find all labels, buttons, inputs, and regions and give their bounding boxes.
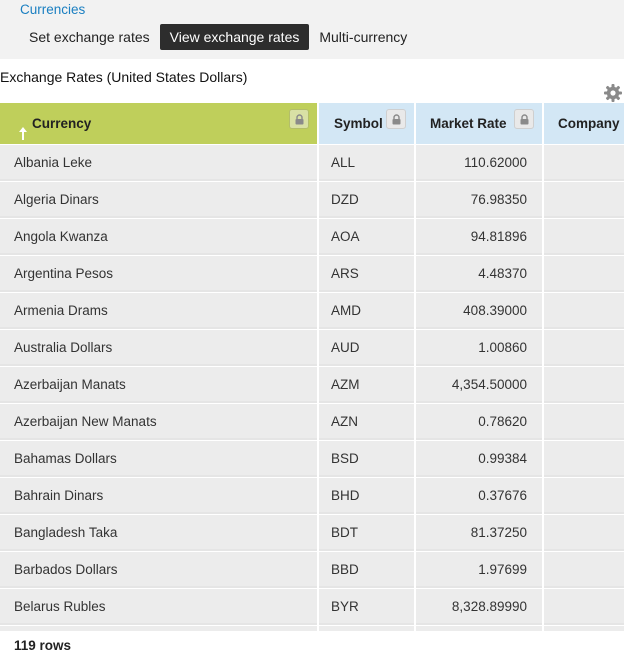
cell-symbol: BSD: [331, 451, 359, 466]
cell-currency: Australia Dollars: [14, 340, 113, 355]
cell-symbol: AZN: [331, 414, 358, 429]
column-label-currency: Currency: [32, 116, 92, 131]
row-count: 119 rows: [14, 638, 72, 653]
column-label-symbol: Symbol: [334, 116, 383, 131]
table-row[interactable]: [0, 625, 624, 631]
tab-view-exchange-rates[interactable]: View exchange rates: [159, 24, 310, 50]
cell-market-rate: 1.97699: [478, 562, 527, 577]
column-divider: [414, 103, 416, 631]
cell-currency: Armenia Drams: [14, 303, 108, 318]
table-row[interactable]: Bahrain Dinars BHD 0.37676: [0, 477, 624, 512]
table-row[interactable]: Azerbaijan New Manats AZN 0.78620: [0, 403, 624, 438]
table-row[interactable]: Azerbaijan Manats AZM 4,354.50000: [0, 366, 624, 401]
cell-market-rate: 4.48370: [478, 266, 527, 281]
cell-market-rate: 0.78620: [478, 414, 527, 429]
table-row[interactable]: Angola Kwanza AOA 94.81896: [0, 218, 624, 253]
table-row[interactable]: Bahamas Dollars BSD 0.99384: [0, 440, 624, 475]
cell-currency: Argentina Pesos: [14, 266, 114, 281]
table-row[interactable]: Algeria Dinars DZD 76.98350: [0, 181, 624, 216]
cell-currency: Bahrain Dinars: [14, 488, 104, 503]
cell-symbol: BHD: [331, 488, 360, 503]
column-label-market-rate: Market Rate: [430, 116, 507, 131]
cell-symbol: AUD: [331, 340, 360, 355]
cell-symbol: AMD: [331, 303, 361, 318]
cell-symbol: AOA: [331, 229, 360, 244]
cell-currency: Azerbaijan Manats: [14, 377, 126, 392]
table-row[interactable]: Australia Dollars AUD 1.00860: [0, 329, 624, 364]
column-label-company: Company: [558, 116, 620, 131]
cell-symbol: ARS: [331, 266, 359, 281]
cell-currency: Algeria Dinars: [14, 192, 99, 207]
table-row[interactable]: Barbados Dollars BBD 1.97699: [0, 551, 624, 586]
page-title: Exchange Rates (United States Dollars): [0, 69, 248, 85]
cell-market-rate: 94.81896: [470, 229, 527, 244]
column-divider: [542, 103, 544, 631]
cell-market-rate: 0.37676: [478, 488, 527, 503]
cell-market-rate: 110.62000: [464, 155, 527, 170]
cell-currency: Angola Kwanza: [14, 229, 108, 244]
gear-icon[interactable]: [603, 83, 623, 103]
tab-bar: Set exchange rates View exchange rates M…: [19, 24, 417, 50]
cell-market-rate: 0.99384: [478, 451, 527, 466]
cell-currency: Barbados Dollars: [14, 562, 118, 577]
column-header-market-rate[interactable]: Market Rate: [416, 103, 542, 144]
table-row[interactable]: Belarus Rubles BYR 8,328.89990: [0, 588, 624, 623]
lock-icon[interactable]: [289, 109, 309, 129]
table-row[interactable]: Argentina Pesos ARS 4.48370: [0, 255, 624, 290]
cell-currency: Albania Leke: [14, 155, 93, 170]
exchange-rates-grid: Currency Symbol Market Rate Company Alba…: [0, 103, 624, 631]
column-divider: [317, 103, 319, 631]
table-row[interactable]: Albania Leke ALL 110.62000: [0, 144, 624, 179]
cell-symbol: BBD: [331, 562, 359, 577]
cell-market-rate: 408.39000: [463, 303, 527, 318]
cell-currency: Belarus Rubles: [14, 599, 106, 614]
cell-market-rate: 76.98350: [470, 192, 527, 207]
column-header-symbol[interactable]: Symbol: [319, 103, 414, 144]
lock-icon[interactable]: [514, 109, 534, 129]
column-header-company[interactable]: Company: [544, 103, 624, 144]
cell-market-rate: 81.37250: [470, 525, 527, 540]
cell-market-rate: 1.00860: [478, 340, 527, 355]
tab-set-exchange-rates[interactable]: Set exchange rates: [19, 24, 160, 50]
cell-market-rate: 4,354.50000: [451, 377, 527, 392]
cell-symbol: AZM: [331, 377, 360, 392]
table-row[interactable]: Bangladesh Taka BDT 81.37250: [0, 514, 624, 549]
column-header-currency[interactable]: Currency: [0, 103, 317, 144]
cell-currency: Bahamas Dollars: [14, 451, 117, 466]
tab-multi-currency[interactable]: Multi-currency: [309, 24, 417, 50]
lock-icon[interactable]: [386, 109, 406, 129]
cell-market-rate: 8,328.89990: [451, 599, 527, 614]
cell-currency: Bangladesh Taka: [14, 525, 118, 540]
cell-symbol: BYR: [331, 599, 359, 614]
cell-symbol: DZD: [331, 192, 359, 207]
cell-currency: Azerbaijan New Manats: [14, 414, 157, 429]
cell-symbol: BDT: [331, 525, 358, 540]
breadcrumb-currencies[interactable]: Currencies: [20, 2, 85, 17]
cell-symbol: ALL: [331, 155, 356, 170]
table-row[interactable]: Armenia Drams AMD 408.39000: [0, 292, 624, 327]
